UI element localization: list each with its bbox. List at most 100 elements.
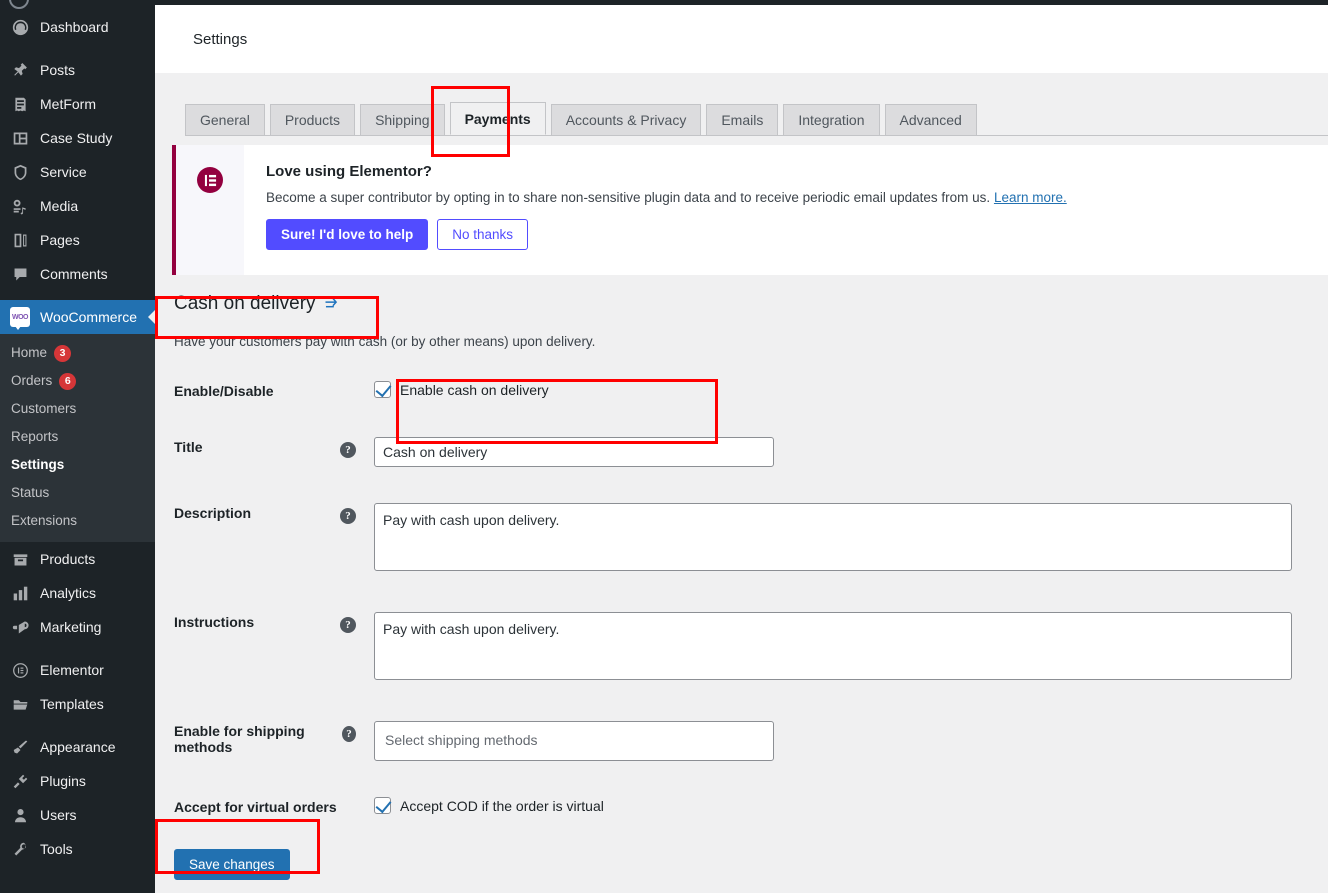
sidebar-item-label: WooCommerce <box>40 309 137 325</box>
learn-more-link[interactable]: Learn more. <box>994 190 1067 205</box>
section-heading-row: Cash on delivery <box>174 293 1328 315</box>
sidebar-item-label: Plugins <box>40 773 86 789</box>
megaphone-icon <box>9 617 31 637</box>
return-arrow-icon[interactable] <box>324 293 339 315</box>
sidebar-subitem-label: Reports <box>11 427 58 447</box>
sidebar-item-plugins[interactable]: Plugins <box>0 764 155 798</box>
sidebar-subitem-reports[interactable]: Reports <box>0 423 155 451</box>
sidebar-group-system: Appearance Plugins Users Tools <box>0 730 155 866</box>
sidebar-subitem-status[interactable]: Status <box>0 479 155 507</box>
elementor-logo-icon <box>9 660 31 680</box>
help-question-icon[interactable]: ? <box>342 726 356 742</box>
sidebar-item-media[interactable]: Media <box>0 189 155 223</box>
enable-cod-checkbox[interactable] <box>374 381 391 398</box>
sidebar-item-label: Templates <box>40 696 104 712</box>
accept-virtual-checkbox[interactable] <box>374 797 391 814</box>
sidebar-item-appearance[interactable]: Appearance <box>0 730 155 764</box>
sidebar-item-posts[interactable]: Posts <box>0 53 155 87</box>
instructions-textarea[interactable] <box>374 612 1292 680</box>
sidebar-subitem-label: Home <box>11 343 47 363</box>
sidebar-item-templates[interactable]: Templates <box>0 687 155 721</box>
sidebar-item-pages[interactable]: Pages <box>0 223 155 257</box>
sidebar-item-users[interactable]: Users <box>0 798 155 832</box>
sidebar-subitem-orders[interactable]: Orders 6 <box>0 367 155 395</box>
wrench-icon <box>9 839 31 859</box>
description-textarea[interactable] <box>374 503 1292 571</box>
sidebar-item-label: Appearance <box>40 739 116 755</box>
optin-decline-button[interactable]: No thanks <box>437 219 528 250</box>
sidebar-item-woocommerce[interactable]: WOO WooCommerce <box>0 300 155 334</box>
notice-buttons: Sure! I'd love to help No thanks <box>266 219 1067 250</box>
sidebar-item-analytics[interactable]: Analytics <box>0 576 155 610</box>
field-control-instructions <box>374 594 1328 703</box>
sidebar-subitem-customers[interactable]: Customers <box>0 395 155 423</box>
table-row: Enable/Disable Enable cash on delivery <box>174 363 1328 419</box>
field-label-description: Description ? <box>174 485 374 594</box>
sidebar-item-products[interactable]: Products <box>0 542 155 576</box>
sidebar-item-label: Products <box>40 551 95 567</box>
sidebar-item-label: Tools <box>40 841 73 857</box>
section-heading: Cash on delivery <box>174 293 316 315</box>
sidebar-group-woocommerce: WOO WooCommerce Home 3 Orders 6 Customer… <box>0 300 155 542</box>
sidebar-group-elementor: Elementor Templates <box>0 653 155 721</box>
label-text: Instructions <box>174 614 254 630</box>
field-label-enable-disable: Enable/Disable <box>174 363 374 419</box>
bar-chart-icon <box>9 583 31 603</box>
tab-accounts-privacy[interactable]: Accounts & Privacy <box>551 104 702 135</box>
sidebar-item-tools[interactable]: Tools <box>0 832 155 866</box>
field-label-shipping-methods: Enable for shipping methods ? <box>174 703 374 779</box>
table-row: Enable for shipping methods ? Select shi… <box>174 703 1328 779</box>
sidebar-item-case-study[interactable]: Case Study <box>0 121 155 155</box>
help-question-icon[interactable]: ? <box>340 617 356 633</box>
sidebar-divider <box>0 644 155 653</box>
sidebar-subitem-label: Settings <box>11 455 64 475</box>
tab-general[interactable]: General <box>185 104 265 135</box>
page-title: Settings <box>193 31 1328 48</box>
tab-integration[interactable]: Integration <box>783 104 879 135</box>
comment-bubble-icon <box>9 264 31 284</box>
sidebar-item-elementor[interactable]: Elementor <box>0 653 155 687</box>
sidebar-subitem-home[interactable]: Home 3 <box>0 339 155 367</box>
label-text: Enable for shipping methods <box>174 723 342 755</box>
help-question-icon[interactable]: ? <box>340 442 356 458</box>
tab-payments[interactable]: Payments <box>450 102 546 135</box>
sidebar-item-marketing[interactable]: Marketing <box>0 610 155 644</box>
sidebar-item-label: Analytics <box>40 585 96 601</box>
save-changes-button[interactable]: Save changes <box>174 849 290 880</box>
sidebar-item-label: Dashboard <box>40 19 109 35</box>
section-description: Have your customers pay with cash (or by… <box>174 334 1328 349</box>
sidebar-item-service[interactable]: Service <box>0 155 155 189</box>
sidebar-subitem-label: Orders <box>11 371 52 391</box>
field-label-title: Title ? <box>174 419 374 485</box>
sidebar-subitem-settings[interactable]: Settings <box>0 451 155 479</box>
field-label-virtual-orders: Accept for virtual orders <box>174 779 374 835</box>
title-input[interactable] <box>374 437 774 467</box>
sidebar-item-comments[interactable]: Comments <box>0 257 155 291</box>
tab-products[interactable]: Products <box>270 104 355 135</box>
help-question-icon[interactable]: ? <box>340 508 356 524</box>
shipping-methods-select[interactable]: Select shipping methods <box>374 721 774 761</box>
settings-form-table: Enable/Disable Enable cash on delivery T… <box>174 363 1328 835</box>
notice-heading: Love using Elementor? <box>266 163 1067 180</box>
enable-cod-checkbox-row[interactable]: Enable cash on delivery <box>374 381 1328 398</box>
tab-shipping[interactable]: Shipping <box>360 104 445 135</box>
pin-icon <box>9 60 31 80</box>
sidebar-subitem-extensions[interactable]: Extensions <box>0 507 155 535</box>
sidebar-item-dashboard[interactable]: Dashboard <box>0 10 155 44</box>
user-icon <box>9 805 31 825</box>
notice-text: Become a super contributor by opting in … <box>266 190 1067 205</box>
tab-emails[interactable]: Emails <box>706 104 778 135</box>
tab-advanced[interactable]: Advanced <box>885 104 977 135</box>
sidebar-item-label: Posts <box>40 62 75 78</box>
sidebar-divider <box>0 721 155 730</box>
dashboard-gauge-icon <box>9 17 31 37</box>
woo-mark: WOO <box>10 307 30 327</box>
accept-virtual-checkbox-row[interactable]: Accept COD if the order is virtual <box>374 797 1328 814</box>
plug-icon <box>9 771 31 791</box>
sidebar-subitem-label: Status <box>11 483 49 503</box>
sidebar-item-label: Service <box>40 164 87 180</box>
pages-stack-icon <box>9 230 31 250</box>
sidebar-item-metform[interactable]: MetForm <box>0 87 155 121</box>
field-control-enable-disable: Enable cash on delivery <box>374 363 1328 419</box>
optin-agree-button[interactable]: Sure! I'd love to help <box>266 219 428 250</box>
